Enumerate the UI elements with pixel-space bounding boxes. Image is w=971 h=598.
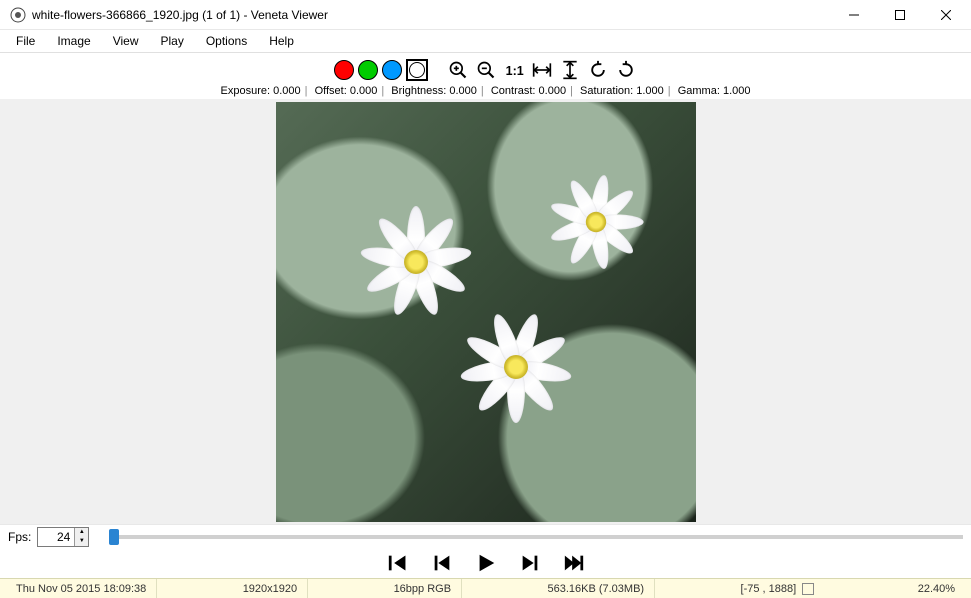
app-icon	[10, 7, 26, 23]
maximize-button[interactable]	[877, 0, 923, 30]
fps-step-up[interactable]: ▲	[74, 528, 88, 537]
saturation-label: Saturation:	[580, 85, 633, 97]
gamma-value: 1.000	[723, 85, 751, 97]
fit-height-button[interactable]	[558, 58, 582, 82]
image-viewport[interactable]	[0, 99, 971, 524]
status-filesize: 563.16KB (7.03MB)	[537, 579, 655, 598]
play-button[interactable]	[475, 552, 497, 574]
prev-frame-button[interactable]	[431, 552, 453, 574]
fit-width-button[interactable]	[530, 58, 554, 82]
gamma-label: Gamma:	[678, 85, 720, 97]
contrast-value: 0.000	[539, 85, 567, 97]
status-checkbox[interactable]	[802, 583, 814, 595]
brightness-value: 0.000	[449, 85, 477, 97]
channel-green-button[interactable]	[358, 60, 378, 80]
menu-view[interactable]: View	[103, 32, 149, 50]
channel-blue-button[interactable]	[382, 60, 402, 80]
window-controls	[831, 0, 969, 30]
exposure-label: Exposure:	[221, 85, 271, 97]
channel-all-button[interactable]	[406, 59, 428, 81]
playback-bar	[0, 548, 971, 578]
toolbar: 1:1 Exposure: 0.000| Offset: 0.000| Brig…	[0, 52, 971, 99]
contrast-label: Contrast:	[491, 85, 536, 97]
status-coords: [-75 , 1888]	[741, 583, 797, 595]
close-button[interactable]	[923, 0, 969, 30]
frame-slider-thumb[interactable]	[109, 529, 119, 545]
status-zoom: 22.40%	[908, 579, 965, 598]
channel-red-button[interactable]	[334, 60, 354, 80]
brightness-label: Brightness:	[391, 85, 446, 97]
menu-help[interactable]: Help	[259, 32, 304, 50]
menubar: File Image View Play Options Help	[0, 30, 971, 52]
image-content	[276, 102, 696, 522]
next-frame-button[interactable]	[519, 552, 541, 574]
fps-label: Fps:	[8, 530, 31, 544]
offset-value: 0.000	[350, 85, 378, 97]
menu-image[interactable]: Image	[47, 32, 100, 50]
zoom-out-button[interactable]	[474, 58, 498, 82]
titlebar: white-flowers-366866_1920.jpg (1 of 1) -…	[0, 0, 971, 30]
offset-label: Offset:	[315, 85, 347, 97]
saturation-value: 1.000	[636, 85, 664, 97]
frame-slider[interactable]	[109, 535, 963, 539]
statusbar: Thu Nov 05 2015 18:09:38 1920x1920 16bpp…	[0, 578, 971, 598]
status-format: 16bpp RGB	[384, 579, 462, 598]
minimize-button[interactable]	[831, 0, 877, 30]
last-frame-button[interactable]	[563, 552, 585, 574]
menu-options[interactable]: Options	[196, 32, 257, 50]
zoom-in-button[interactable]	[446, 58, 470, 82]
first-frame-button[interactable]	[387, 552, 409, 574]
exposure-value: 0.000	[273, 85, 301, 97]
toolbar-row: 1:1	[334, 57, 638, 83]
fps-row: Fps: ▲ ▼	[0, 524, 971, 548]
fps-step-down[interactable]: ▼	[74, 537, 88, 546]
menu-play[interactable]: Play	[151, 32, 194, 50]
status-timestamp: Thu Nov 05 2015 18:09:38	[6, 579, 157, 598]
rotate-cw-button[interactable]	[614, 58, 638, 82]
menu-file[interactable]: File	[6, 32, 45, 50]
status-dimensions: 1920x1920	[233, 579, 308, 598]
fps-input[interactable]	[38, 528, 74, 546]
adjustments-readout: Exposure: 0.000| Offset: 0.000| Brightne…	[221, 85, 751, 97]
window-title: white-flowers-366866_1920.jpg (1 of 1) -…	[32, 8, 831, 22]
zoom-actual-button[interactable]: 1:1	[502, 58, 526, 82]
rotate-ccw-button[interactable]	[586, 58, 610, 82]
svg-text:1:1: 1:1	[505, 64, 523, 78]
